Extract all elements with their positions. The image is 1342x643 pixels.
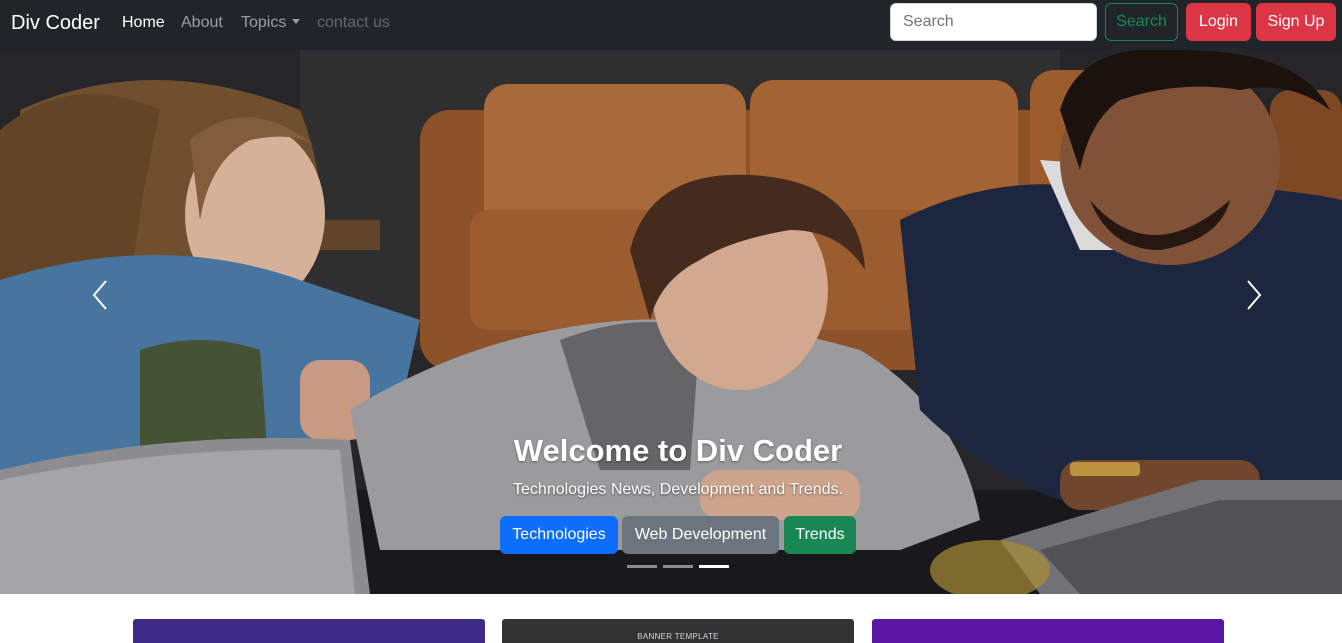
technologies-button[interactable]: Technologies: [500, 516, 618, 554]
web-development-button[interactable]: Web Development: [622, 516, 779, 554]
carousel-indicator-3[interactable]: [699, 565, 729, 568]
card-3-image[interactable]: [872, 619, 1224, 643]
carousel-indicator-2[interactable]: [663, 565, 693, 568]
login-button[interactable]: Login: [1186, 3, 1251, 41]
chevron-right-icon[interactable]: [1234, 275, 1274, 315]
search-button[interactable]: Search: [1105, 3, 1178, 41]
trends-button[interactable]: Trends: [784, 516, 856, 554]
chevron-left-icon[interactable]: [82, 275, 122, 315]
nav-link-about[interactable]: About: [181, 13, 223, 33]
nav-link-home[interactable]: Home: [122, 13, 165, 33]
card-1-image[interactable]: [133, 619, 485, 643]
hero-subtitle: Technologies News, Development and Trend…: [513, 481, 843, 498]
hero-photo-team-at-laptops: [0, 50, 1342, 594]
hero-carousel: Welcome to Div Coder Technologies News, …: [0, 50, 1342, 594]
hero-title: Welcome to Div Coder: [513, 433, 843, 468]
carousel-indicator-1[interactable]: [627, 565, 657, 568]
nav-dropdown-topics-label: Topics: [241, 14, 287, 31]
nav-dropdown-topics[interactable]: Topics: [241, 13, 301, 33]
caret-down-icon: [292, 19, 301, 24]
card-2-banner-text: BANNER TEMPLATE: [637, 632, 719, 641]
signup-button[interactable]: Sign Up: [1256, 3, 1336, 41]
card-2-image[interactable]: BANNER TEMPLATE: [502, 619, 854, 643]
search-input[interactable]: [890, 3, 1097, 41]
nav-link-contact[interactable]: contact us: [317, 13, 390, 33]
brand-logo-text[interactable]: Div Coder: [11, 11, 100, 35]
navbar: Div Coder Home About Topics contact us S…: [0, 0, 1342, 50]
